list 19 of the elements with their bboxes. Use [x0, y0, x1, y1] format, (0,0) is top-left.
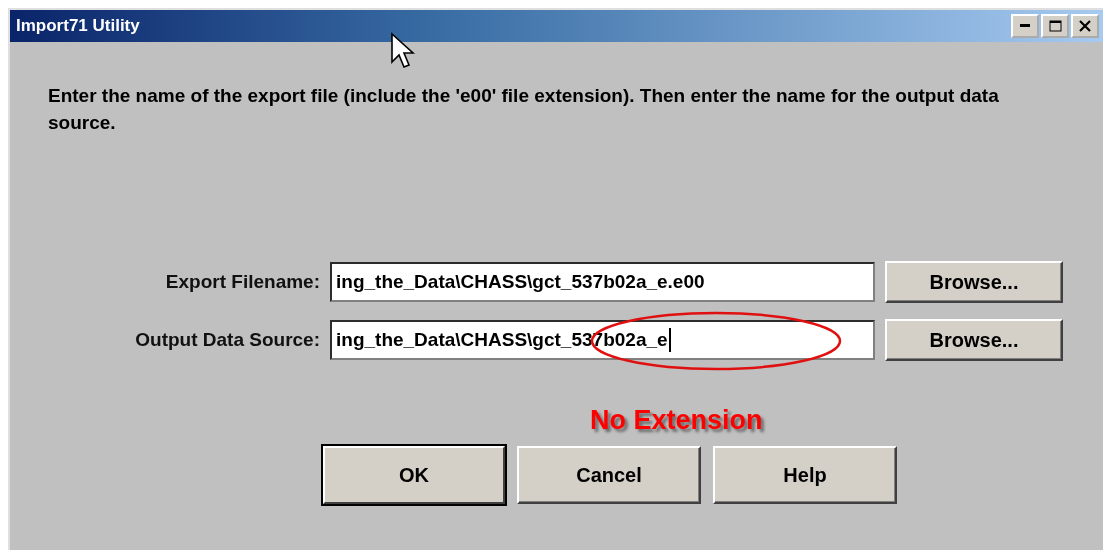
cursor-icon: [390, 32, 416, 70]
minimize-button[interactable]: [1011, 14, 1039, 38]
field-label: Export Filename:: [164, 271, 320, 293]
input-field[interactable]: ing_the_Data\CHASS\gct_537b02a_e.e00: [330, 262, 875, 302]
close-button[interactable]: [1071, 14, 1099, 38]
dialog-button[interactable]: Help: [713, 446, 897, 504]
minimize-icon: [1020, 24, 1030, 28]
dialog-button[interactable]: Cancel: [517, 446, 701, 504]
dialog-button[interactable]: OK: [323, 446, 505, 504]
instruction-text: Enter the name of the export file (include the 'e00' file extension). Then enter the name for the output data source.: [48, 84, 1000, 135]
close-icon: [1079, 20, 1091, 32]
maximize-icon: [1048, 20, 1062, 32]
annotation-text: No Extension: [590, 405, 763, 436]
maximize-button[interactable]: [1041, 14, 1069, 38]
field-label: Output Data Source:: [134, 329, 320, 351]
window-title: Import71 Utility: [16, 16, 140, 36]
browse-button[interactable]: Browse...: [885, 261, 1063, 303]
text-caret: [668, 328, 671, 352]
browse-button[interactable]: Browse...: [885, 319, 1063, 361]
